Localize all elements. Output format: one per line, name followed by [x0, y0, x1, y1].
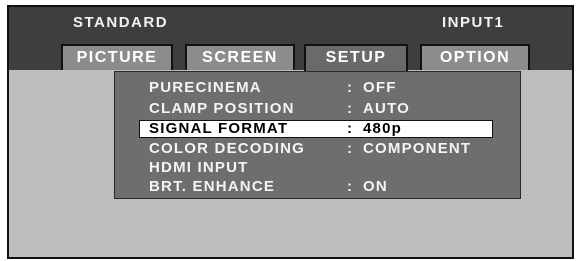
menu-item-label: CLAMP POSITION	[149, 100, 295, 117]
menu-item-brt-enhance[interactable]: BRT. ENHANCE : ON	[149, 178, 509, 196]
menu-item-separator: :	[347, 100, 354, 117]
osd-screen: STANDARD INPUT1 PICTURE SCREEN SETUP OPT…	[7, 5, 574, 259]
menu-item-value: ON	[363, 178, 388, 195]
menu-item-purecinema[interactable]: PURECINEMA : OFF	[149, 79, 509, 97]
tab-option-label: OPTION	[439, 49, 511, 66]
tab-setup[interactable]: SETUP	[304, 44, 408, 73]
menu-item-separator: :	[347, 178, 354, 195]
input-source-label: INPUT1	[442, 14, 505, 31]
tab-picture-label: PICTURE	[76, 49, 158, 66]
menu-item-label: BRT. ENHANCE	[149, 178, 276, 195]
tab-screen[interactable]: SCREEN	[185, 44, 295, 70]
menu-item-value: OFF	[363, 79, 397, 96]
menu-item-label: SIGNAL FORMAT	[149, 120, 289, 137]
menu-item-label: COLOR DECODING	[149, 140, 305, 157]
menu-item-color-decoding[interactable]: COLOR DECODING : COMPONENT	[149, 140, 509, 158]
tab-option[interactable]: OPTION	[420, 44, 530, 70]
menu-item-label: HDMI INPUT	[149, 159, 249, 176]
osd-header: STANDARD INPUT1 PICTURE SCREEN SETUP OPT…	[9, 7, 572, 73]
menu-item-separator: :	[347, 120, 354, 137]
menu-item-value: 480p	[363, 120, 402, 137]
menu-tabs: PICTURE SCREEN SETUP OPTION	[61, 44, 541, 73]
tab-screen-label: SCREEN	[202, 49, 278, 66]
menu-item-hdmi-input[interactable]: HDMI INPUT	[149, 159, 509, 177]
tab-setup-label: SETUP	[325, 49, 387, 66]
tab-picture[interactable]: PICTURE	[61, 44, 173, 70]
menu-item-value: AUTO	[363, 100, 411, 117]
menu-item-separator: :	[347, 79, 354, 96]
menu-item-label: PURECINEMA	[149, 79, 262, 96]
picture-mode-label: STANDARD	[73, 14, 169, 31]
menu-item-separator: :	[347, 140, 354, 157]
menu-item-value: COMPONENT	[363, 140, 472, 157]
setup-menu-panel: PURECINEMA : OFF CLAMP POSITION : AUTO S…	[114, 71, 521, 199]
menu-item-clamp-position[interactable]: CLAMP POSITION : AUTO	[149, 100, 509, 118]
menu-item-signal-format[interactable]: SIGNAL FORMAT : 480p	[139, 120, 493, 138]
